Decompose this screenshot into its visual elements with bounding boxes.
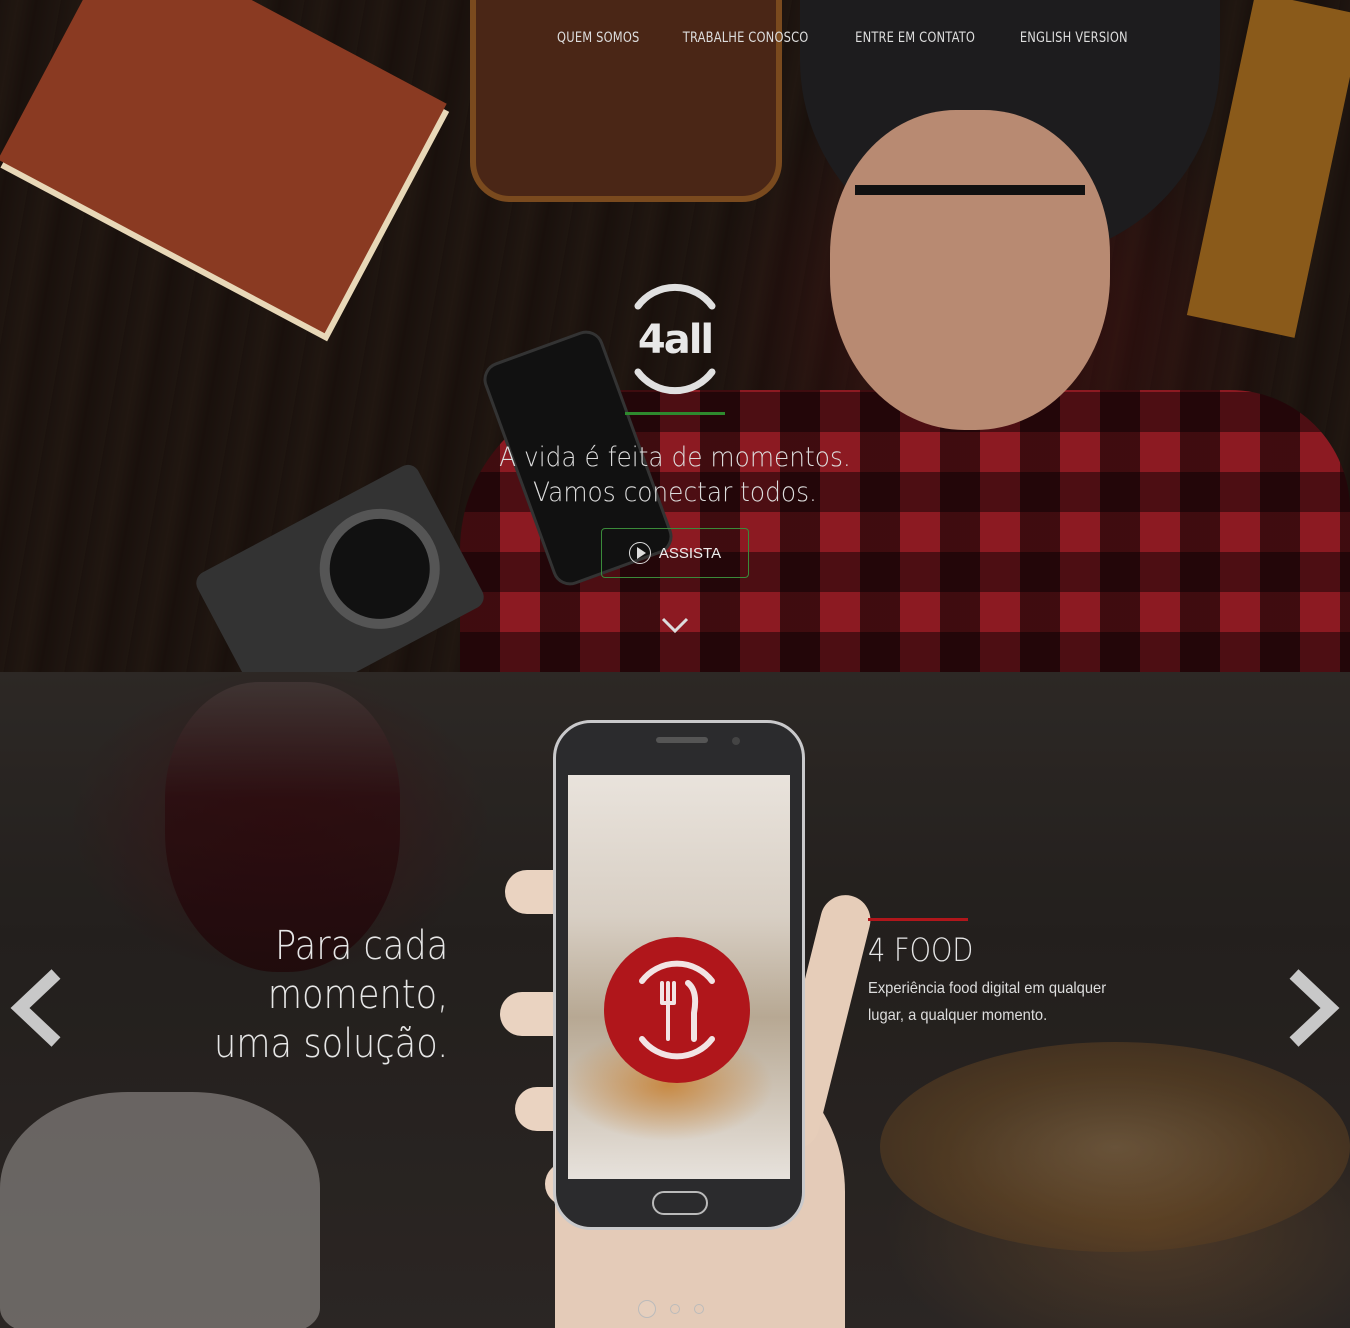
svg-text:4all: 4all — [638, 317, 712, 363]
smartphone-image — [553, 720, 805, 1230]
headline-line-1: Para cada — [274, 923, 448, 969]
nav-entre-em-contato[interactable]: ENTRE EM CONTATO — [855, 30, 975, 46]
nav-english-version[interactable]: ENGLISH VERSION — [1020, 30, 1128, 46]
tagline-line-2: Vamos conectar todos. — [533, 477, 817, 508]
slider-dot-2[interactable] — [670, 1304, 680, 1314]
product-info: 4 FOOD Experiência food digital em qualq… — [868, 918, 1168, 1029]
green-divider — [625, 412, 725, 415]
top-navigation: QUEM SOMOS TRABALHE CONOSCO ENTRE EM CON… — [548, 30, 1140, 46]
4food-badge — [604, 937, 750, 1083]
watch-label: ASSISTA — [658, 544, 722, 562]
slider-dot-3[interactable] — [694, 1304, 704, 1314]
product-description: Experiência food digital em qualquer lug… — [868, 980, 1107, 1024]
salad-plate-image — [880, 1042, 1350, 1252]
chevron-down-icon — [661, 617, 689, 634]
bowl-image — [0, 1092, 320, 1328]
slider-dot-1[interactable] — [638, 1300, 656, 1318]
watch-video-button[interactable]: ASSISTA — [601, 528, 749, 578]
headline-line-2: momento, — [267, 972, 448, 1018]
home-button-image — [652, 1191, 708, 1215]
chevron-left-icon — [10, 969, 61, 1047]
phone-screen — [568, 775, 790, 1179]
solutions-slider: Para cada momento, uma solução. 4 FOOD E… — [0, 672, 1350, 1328]
4all-logo[interactable]: 4all — [620, 280, 730, 400]
slider-next-button[interactable] — [1282, 968, 1342, 1048]
chevron-right-icon — [1289, 969, 1340, 1047]
headline-line-3: uma solução. — [213, 1021, 448, 1067]
red-divider — [868, 918, 968, 921]
hero-tagline: A vida é feita de momentos. Vamos conect… — [54, 440, 1296, 510]
nav-trabalhe-conosco[interactable]: TRABALHE CONOSCO — [683, 30, 809, 46]
glasses-image — [855, 185, 1085, 255]
slider-pagination — [638, 1300, 704, 1318]
hero-section: QUEM SOMOS TRABALHE CONOSCO ENTRE EM CON… — [0, 0, 1350, 672]
4all-logo-icon: 4all — [634, 283, 716, 395]
hero-content: 4all A vida é feita de momentos. Vamos c… — [0, 280, 1350, 640]
nav-quem-somos[interactable]: QUEM SOMOS — [557, 30, 639, 46]
scroll-down-button[interactable] — [660, 610, 690, 640]
solutions-headline: Para cada momento, uma solução. — [214, 922, 448, 1069]
fork-knife-icon — [639, 960, 715, 1060]
product-name: 4 FOOD — [868, 931, 974, 969]
play-icon — [628, 542, 651, 564]
tagline-line-1: A vida é feita de momentos. — [499, 442, 851, 473]
slider-prev-button[interactable] — [8, 968, 68, 1048]
